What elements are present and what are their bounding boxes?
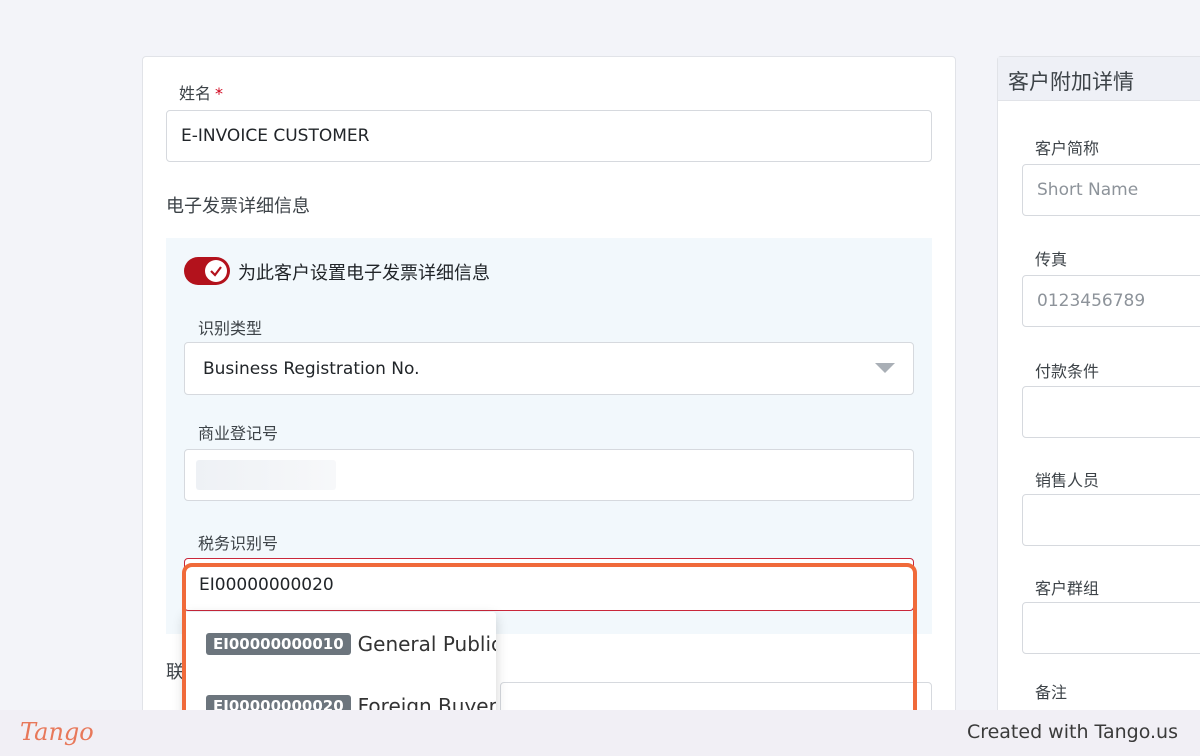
fax-placeholder: 0123456789	[1037, 291, 1146, 311]
salesperson-label: 销售人员	[1035, 471, 1100, 490]
einvoice-toggle[interactable]	[184, 257, 230, 285]
contact-label: 联	[166, 662, 184, 683]
name-label: 姓名 *	[179, 84, 224, 103]
check-icon	[210, 266, 222, 277]
tin-input-value: EI00000000020	[199, 574, 334, 595]
redacted-value	[196, 460, 336, 490]
einvoice-section-title: 电子发票详细信息	[166, 196, 310, 217]
brn-label: 商业登记号	[198, 424, 279, 443]
tin-label: 税务识别号	[198, 534, 279, 553]
tango-footer: Tango Created with Tango.us	[0, 710, 1200, 756]
payment-terms-input[interactable]	[1022, 386, 1200, 438]
option-name: General Public	[357, 632, 496, 656]
side-card-header: 客户附加详情	[998, 57, 1200, 101]
tango-logo: Tango	[20, 718, 94, 746]
required-mark: *	[215, 84, 224, 103]
tango-credit: Created with Tango.us	[966, 721, 1178, 743]
name-input-value: E-INVOICE CUSTOMER	[181, 126, 370, 146]
salesperson-input[interactable]	[1022, 494, 1200, 546]
short-name-input[interactable]: Short Name	[1022, 164, 1200, 216]
toggle-knob	[205, 260, 227, 282]
side-card-title: 客户附加详情	[1008, 70, 1134, 94]
fax-input[interactable]: 0123456789	[1022, 275, 1200, 327]
tin-input[interactable]: EI00000000020	[184, 558, 914, 611]
customer-group-input[interactable]	[1022, 602, 1200, 654]
id-type-select[interactable]: Business Registration No.	[184, 342, 914, 395]
fax-label: 传真	[1035, 250, 1068, 269]
tin-suggestions-dropdown: EI00000000010 General Public EI000000000…	[184, 612, 496, 722]
short-name-placeholder: Short Name	[1037, 180, 1139, 200]
id-type-value: Business Registration No.	[203, 358, 420, 379]
option-code-badge: EI00000000010	[206, 633, 351, 655]
chevron-down-icon	[875, 363, 895, 373]
short-name-label: 客户简称	[1035, 139, 1100, 158]
name-input[interactable]: E-INVOICE CUSTOMER	[166, 110, 932, 162]
payment-terms-label: 付款条件	[1035, 362, 1100, 381]
id-type-label: 识别类型	[198, 319, 263, 338]
toggle-label: 为此客户设置电子发票详细信息	[238, 263, 490, 284]
dropdown-option[interactable]: EI00000000010 General Public	[206, 632, 496, 656]
remarks-label: 备注	[1035, 683, 1068, 702]
customer-group-label: 客户群组	[1035, 579, 1100, 598]
